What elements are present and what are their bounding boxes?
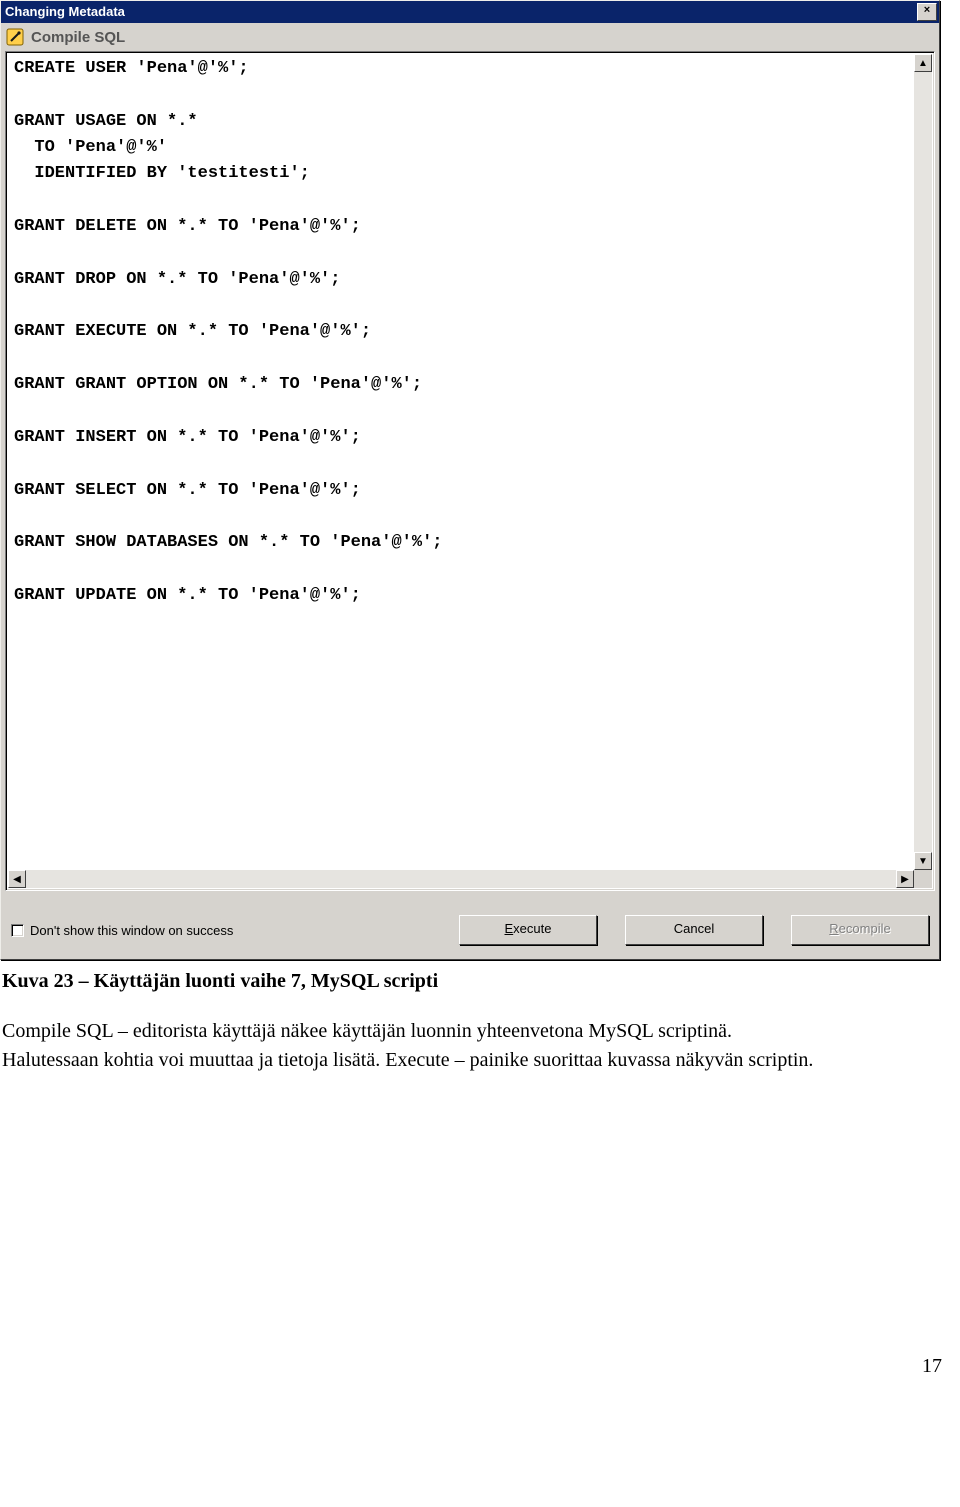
body-paragraph: Compile SQL – editorista käyttäjä näkee …	[2, 1017, 822, 1075]
scroll-up-button[interactable]: ▲	[914, 54, 932, 72]
horizontal-scrollbar[interactable]: ◀ ▶	[8, 870, 914, 888]
cancel-button[interactable]: Cancel	[625, 915, 763, 945]
figure-caption: Kuva 23 – Käyttäjän luonti vaihe 7, MySQ…	[2, 970, 942, 993]
sql-editor[interactable]: CREATE USER 'Pena'@'%'; GRANT USAGE ON *…	[5, 51, 935, 891]
vertical-scrollbar[interactable]: ▲ ▼	[914, 54, 932, 870]
scrollbar-corner	[914, 870, 932, 888]
page-number: 17	[0, 1075, 960, 1378]
dialog-window: Changing Metadata × Compile SQL CREATE U…	[0, 0, 940, 960]
subtitle-text: Compile SQL	[31, 29, 125, 46]
dont-show-checkbox[interactable]	[11, 924, 24, 937]
scroll-left-button[interactable]: ◀	[8, 870, 26, 888]
recompile-button[interactable]: Recompile	[791, 915, 929, 945]
scroll-right-button[interactable]: ▶	[896, 870, 914, 888]
sql-icon	[5, 27, 25, 47]
close-button[interactable]: ×	[917, 3, 937, 21]
dialog-footer: Don't show this window on success Execut…	[1, 895, 939, 959]
title-bar[interactable]: Changing Metadata ×	[1, 1, 939, 23]
checkbox-label: Don't show this window on success	[30, 923, 233, 938]
subtitle-bar: Compile SQL	[1, 23, 939, 51]
window-title: Changing Metadata	[5, 1, 125, 23]
execute-button[interactable]: Execute	[459, 915, 597, 945]
scroll-down-button[interactable]: ▼	[914, 852, 932, 870]
sql-text[interactable]: CREATE USER 'Pena'@'%'; GRANT USAGE ON *…	[14, 56, 910, 868]
